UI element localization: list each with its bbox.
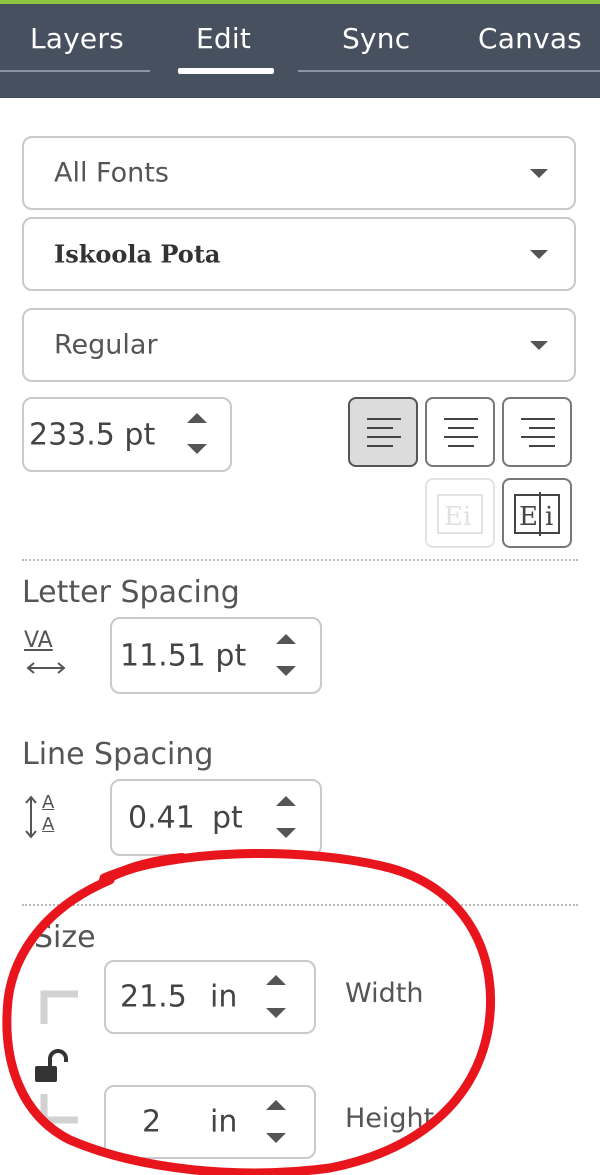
align-center-button[interactable]	[425, 397, 495, 467]
line-spacing-value: 0.41	[128, 800, 195, 835]
width-value: 21.5	[120, 979, 187, 1015]
font-filter-dropdown[interactable]: All Fonts	[22, 136, 576, 210]
width-label: Width	[345, 978, 424, 1009]
height-value: 2	[142, 1104, 162, 1140]
line-spacing-label: Line Spacing	[22, 737, 214, 772]
letter-spacing-value: 11.51 pt	[120, 638, 247, 673]
increment-icon[interactable]	[187, 413, 207, 423]
letter-spacing-icon: VA	[24, 628, 68, 676]
line-spacing-unit: pt	[212, 800, 243, 835]
line-spacing-icon-text-top: A	[42, 792, 55, 813]
svg-text:Ei: Ei	[444, 502, 471, 532]
lock-bracket-icon	[40, 1094, 78, 1124]
width-stepper[interactable]: 21.5 in	[104, 960, 316, 1034]
divider	[22, 904, 578, 906]
edit-text-icon: Ei	[437, 494, 483, 534]
decrement-icon[interactable]	[276, 828, 296, 838]
tab-active-indicator	[178, 68, 274, 74]
tab-underline	[0, 70, 150, 72]
svg-text:i: i	[545, 502, 553, 532]
tab-underline	[298, 70, 600, 72]
decrement-icon[interactable]	[276, 666, 296, 676]
font-size-value: 233.5 pt	[29, 417, 156, 452]
tab-edit[interactable]: Edit	[196, 22, 251, 55]
size-label: Size	[34, 920, 96, 955]
font-size-stepper[interactable]: 233.5 pt	[22, 397, 232, 472]
increment-icon[interactable]	[276, 796, 296, 806]
letter-spacing-stepper[interactable]: 11.51 pt	[110, 617, 322, 694]
line-spacing-icon-text-bottom: A	[42, 814, 55, 835]
align-left-button[interactable]	[348, 397, 418, 467]
height-label: Height	[345, 1103, 435, 1134]
align-center-icon	[444, 418, 478, 450]
chevron-down-icon	[530, 341, 548, 350]
line-spacing-icon: A A	[24, 792, 68, 842]
font-family-dropdown[interactable]: Iskoola Pota	[22, 217, 576, 291]
height-stepper[interactable]: 2 in	[104, 1085, 316, 1159]
font-family-value: Iskoola Pota	[54, 239, 221, 269]
height-unit: in	[210, 1104, 238, 1140]
edit-text-button[interactable]: E i	[502, 478, 572, 548]
decrement-icon[interactable]	[187, 444, 207, 454]
width-unit: in	[210, 979, 238, 1015]
align-right-icon	[521, 418, 555, 450]
decrement-icon[interactable]	[266, 1008, 286, 1018]
chevron-down-icon	[530, 250, 548, 259]
lock-bracket-icon	[40, 990, 78, 1024]
letter-spacing-label: Letter Spacing	[22, 575, 240, 610]
font-filter-value: All Fonts	[54, 157, 169, 189]
align-right-button[interactable]	[502, 397, 572, 467]
divider	[22, 559, 578, 561]
edit-text-icon: E i	[514, 492, 560, 536]
chevron-down-icon	[530, 169, 548, 178]
tab-sync[interactable]: Sync	[342, 22, 410, 55]
font-style-value: Regular	[54, 329, 158, 361]
decrement-icon[interactable]	[266, 1133, 286, 1143]
font-style-dropdown[interactable]: Regular	[22, 308, 576, 382]
tab-canvas[interactable]: Canvas	[478, 22, 582, 55]
unlock-icon[interactable]	[32, 1048, 72, 1086]
increment-icon[interactable]	[266, 1100, 286, 1110]
edit-text-button-disabled[interactable]: Ei	[425, 478, 495, 548]
tab-layers[interactable]: Layers	[30, 22, 124, 55]
tab-bar: Layers Edit Sync Canvas	[0, 0, 600, 98]
increment-icon[interactable]	[276, 634, 296, 644]
align-left-icon	[367, 418, 401, 450]
letter-spacing-icon-text: VA	[24, 628, 53, 653]
increment-icon[interactable]	[266, 975, 286, 985]
svg-text:E: E	[519, 502, 538, 532]
line-spacing-stepper[interactable]: 0.41 pt	[110, 779, 322, 856]
